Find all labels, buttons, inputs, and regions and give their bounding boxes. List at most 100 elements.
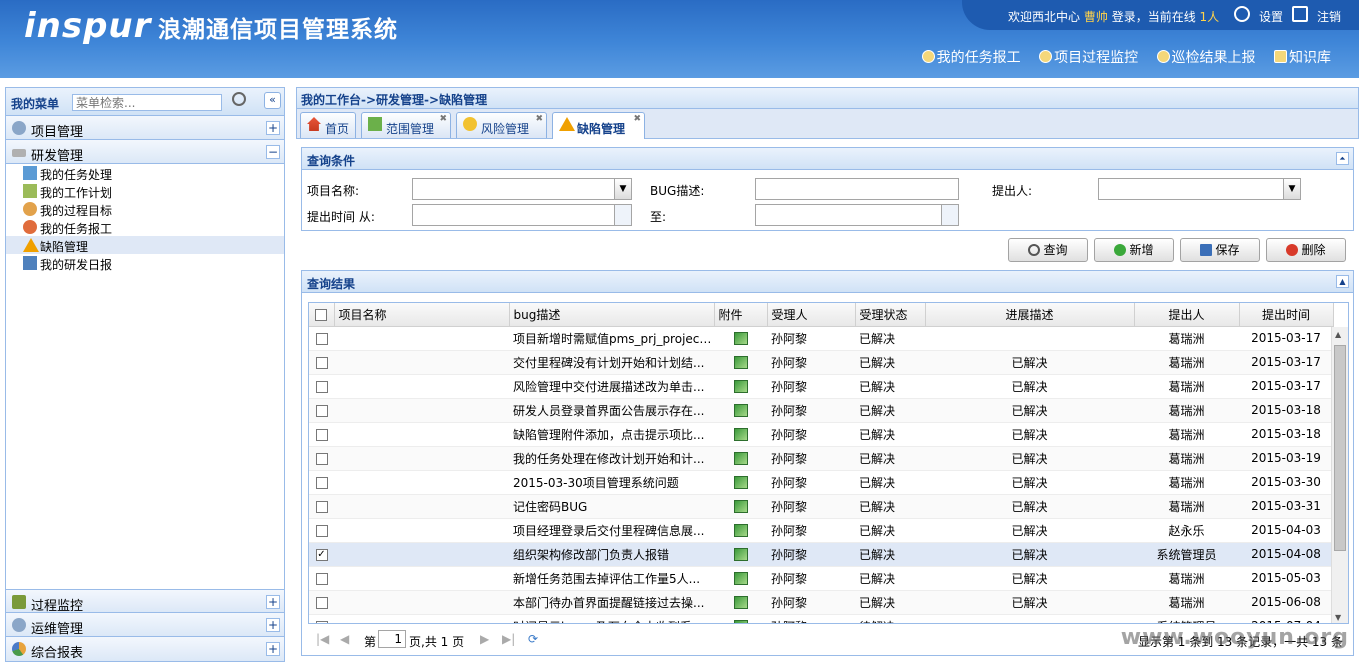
sidebar-section-project[interactable]: 项目管理 + <box>6 116 284 140</box>
table-row[interactable]: 风险管理中交付进展描述改为单击... 孙阿黎 已解决 已解决 葛瑞洲 2015-03-17 <box>309 374 1333 399</box>
attachment-icon[interactable] <box>714 422 767 447</box>
quick-link-task-report[interactable]: 我的任务报工 <box>921 50 1021 66</box>
row-checkbox[interactable] <box>309 446 334 471</box>
search-icon[interactable] <box>232 92 246 106</box>
tree-item-daily-report[interactable]: 我的研发日报 <box>6 254 284 272</box>
attachment-icon[interactable] <box>714 494 767 519</box>
calendar-icon[interactable] <box>941 205 958 225</box>
expand-icon[interactable]: + <box>266 121 280 135</box>
attachment-icon[interactable] <box>714 614 767 623</box>
row-checkbox[interactable] <box>309 614 334 623</box>
chevron-down-icon[interactable]: ▼ <box>614 179 631 199</box>
col-status[interactable]: 受理状态 <box>855 303 926 327</box>
row-checkbox[interactable] <box>309 590 334 615</box>
current-user[interactable]: 曹帅 <box>1084 10 1108 24</box>
tab-home[interactable]: 首页 <box>300 112 356 138</box>
table-row[interactable]: 交付里程碑没有计划开始和计划结... 孙阿黎 已解决 已解决 葛瑞洲 2015-03-17 <box>309 350 1333 375</box>
last-page-icon[interactable]: ▶| <box>502 632 515 646</box>
row-checkbox[interactable] <box>309 398 334 423</box>
logout-icon[interactable] <box>1292 6 1308 22</box>
row-checkbox[interactable]: ✓ <box>309 542 334 567</box>
menu-search-input[interactable] <box>72 94 222 111</box>
row-checkbox[interactable] <box>309 326 334 351</box>
attachment-icon[interactable] <box>714 542 767 567</box>
quick-link-process-monitor[interactable]: 项目过程监控 <box>1039 50 1138 66</box>
sidebar-section-rd[interactable]: 研发管理 − <box>6 140 284 164</box>
col-date[interactable]: 提出时间 <box>1239 303 1334 327</box>
tab-scope[interactable]: 范围管理 ✖ <box>361 112 451 138</box>
vertical-scrollbar[interactable]: ▲ ▼ <box>1331 327 1348 623</box>
chevron-down-icon[interactable]: ▼ <box>1283 179 1300 199</box>
prev-page-icon[interactable]: ◀ <box>340 632 349 646</box>
attachment-icon[interactable] <box>714 518 767 543</box>
attachment-icon[interactable] <box>714 374 767 399</box>
attachment-icon[interactable] <box>714 470 767 495</box>
col-project-name[interactable]: 项目名称 <box>334 303 510 327</box>
tree-item-work-plan[interactable]: 我的工作计划 <box>6 182 284 200</box>
bug-desc-input[interactable] <box>755 178 959 200</box>
close-icon[interactable]: ✖ <box>535 114 543 124</box>
attachment-icon[interactable] <box>714 566 767 591</box>
scroll-up-icon[interactable]: ▲ <box>1335 330 1341 339</box>
scroll-down-icon[interactable]: ▼ <box>1335 613 1341 622</box>
search-button[interactable]: 查询 <box>1008 238 1088 262</box>
time-from-input[interactable] <box>412 204 632 226</box>
tab-defect[interactable]: 缺陷管理 ✖ <box>552 112 645 139</box>
table-row[interactable]: 缺陷管理附件添加，点击提示项比... 孙阿黎 已解决 已解决 葛瑞洲 2015-03-18 <box>309 422 1333 447</box>
tree-item-task-report[interactable]: 我的任务报工 <box>6 218 284 236</box>
row-checkbox[interactable] <box>309 350 334 375</box>
table-row[interactable]: 2015-03-30项目管理系统问题 孙阿黎 已解决 已解决 葛瑞洲 2015-03-30 <box>309 470 1333 495</box>
col-bug-desc[interactable]: bug描述 <box>509 303 715 327</box>
table-row[interactable]: 项目经理登录后交付里程碑信息展... 孙阿黎 已解决 已解决 赵永乐 2015-04-03 <box>309 518 1333 543</box>
col-assignee[interactable]: 受理人 <box>767 303 856 327</box>
scroll-thumb[interactable] <box>1334 345 1346 551</box>
table-row[interactable]: 我的任务处理在修改计划开始和计... 孙阿黎 已解决 已解决 葛瑞洲 2015-03-19 <box>309 446 1333 471</box>
table-row[interactable]: 项目新增时需赋值pms_prj_project... 孙阿黎 已解决 葛瑞洲 2015-… <box>309 326 1333 351</box>
quick-link-inspection-report[interactable]: 巡检结果上报 <box>1156 50 1256 66</box>
refresh-icon[interactable]: ⟳ <box>528 632 538 646</box>
page-number-input[interactable] <box>378 630 406 648</box>
collapse-sidebar-button[interactable]: « <box>264 92 281 109</box>
close-icon[interactable]: ✖ <box>633 114 641 124</box>
col-submitter[interactable]: 提出人 <box>1134 303 1240 327</box>
save-button[interactable]: 保存 <box>1180 238 1260 262</box>
tree-item-process-goal[interactable]: 我的过程目标 <box>6 200 284 218</box>
attachment-icon[interactable] <box>714 398 767 423</box>
table-row[interactable]: 本部门待办首界面提醒链接过去操... 孙阿黎 已解决 已解决 葛瑞洲 2015-06-08 <box>309 590 1333 615</box>
expand-icon[interactable]: + <box>266 618 280 632</box>
close-icon[interactable]: ✖ <box>439 114 447 124</box>
tree-item-defect-management[interactable]: 缺陷管理 <box>6 236 284 254</box>
col-progress[interactable]: 进展描述 <box>925 303 1135 327</box>
row-checkbox[interactable] <box>309 518 334 543</box>
time-to-input[interactable] <box>755 204 959 226</box>
collapse-panel-icon[interactable]: ⏶ <box>1336 152 1349 165</box>
calendar-icon[interactable] <box>614 205 631 225</box>
quick-link-knowledge-base[interactable]: 知识库 <box>1274 50 1331 66</box>
add-button[interactable]: 新增 <box>1094 238 1174 262</box>
submitter-select[interactable]: ▼ <box>1098 178 1301 200</box>
settings-link[interactable]: 设置 <box>1259 8 1283 25</box>
delete-button[interactable]: 删除 <box>1266 238 1346 262</box>
row-checkbox[interactable] <box>309 566 334 591</box>
sidebar-section-ops[interactable]: 运维管理 + <box>6 613 284 637</box>
logout-link[interactable]: 注销 <box>1317 8 1341 25</box>
col-attachment[interactable]: 附件 <box>714 303 768 327</box>
collapse-icon[interactable]: − <box>266 145 280 159</box>
table-row[interactable]: 时间显示bug，及万向全未收到系... 孙阿黎待解决 系统管理员2015-07-04 <box>309 614 1333 623</box>
sidebar-section-monitor[interactable]: 过程监控 + <box>6 589 284 614</box>
table-row[interactable]: 新增任务范围去掉评估工作量5人... 孙阿黎 已解决 已解决 葛瑞洲 2015-05-03 <box>309 566 1333 591</box>
row-checkbox[interactable] <box>309 374 334 399</box>
attachment-icon[interactable] <box>714 446 767 471</box>
expand-icon[interactable]: + <box>266 642 280 656</box>
project-name-select[interactable]: ▼ <box>412 178 632 200</box>
collapse-panel-icon[interactable]: ▲ <box>1336 275 1349 288</box>
gear-icon[interactable] <box>1234 6 1250 22</box>
table-row[interactable]: 研发人员登录首界面公告展示存在... 孙阿黎 已解决 已解决 葛瑞洲 2015-03-18 <box>309 398 1333 423</box>
next-page-icon[interactable]: ▶ <box>480 632 489 646</box>
row-checkbox[interactable] <box>309 494 334 519</box>
table-row[interactable]: ✓ 组织架构修改部门负责人报错 孙阿黎 已解决 已解决 系统管理员 2015-04-08 <box>309 542 1333 567</box>
first-page-icon[interactable]: |◀ <box>316 632 329 646</box>
select-all-checkbox[interactable] <box>309 303 335 327</box>
row-checkbox[interactable] <box>309 422 334 447</box>
expand-icon[interactable]: + <box>266 595 280 609</box>
